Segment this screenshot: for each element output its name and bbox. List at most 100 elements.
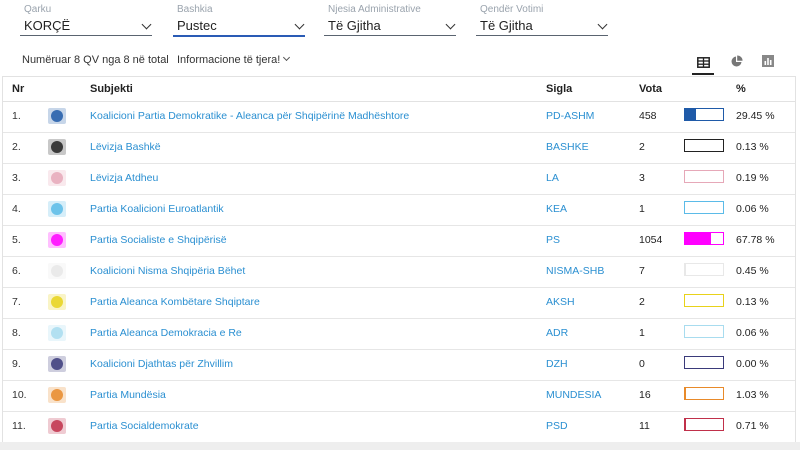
vote-count: 1054 <box>639 234 663 246</box>
percent-bar <box>684 387 724 400</box>
percent-value: 0.71 % <box>736 420 769 432</box>
row-number: 9. <box>12 358 21 370</box>
filter-njesia-label: Njesia Administrative <box>328 4 421 15</box>
table-view-button[interactable] <box>692 52 714 75</box>
subject-link[interactable]: Partia Mundësia <box>90 389 166 401</box>
subject-link[interactable]: Koalicioni Nisma Shqipëria Bëhet <box>90 265 245 277</box>
row-number: 7. <box>12 296 21 308</box>
row-number: 1. <box>12 110 21 122</box>
filter-qarku-select[interactable]: KORÇË <box>20 16 152 36</box>
subject-link[interactable]: Partia Socialdemokrate <box>90 420 199 432</box>
filter-qarku-label: Qarku <box>24 4 52 15</box>
sigla-link[interactable]: PD-ASHM <box>546 110 594 122</box>
filter-bashkia[interactable]: Bashkia Pustec <box>173 3 305 37</box>
vote-count: 11 <box>639 420 650 432</box>
header-nr: Nr <box>12 83 25 95</box>
percent-value: 1.03 % <box>736 389 769 401</box>
percent-bar-fill <box>685 233 711 244</box>
sigla-link[interactable]: BASHKE <box>546 141 589 153</box>
chevron-down-icon <box>294 19 305 30</box>
filter-qender-value: Të Gjitha <box>480 18 533 33</box>
dzh-logo-icon <box>48 356 66 372</box>
subject-link[interactable]: Koalicioni Partia Demokratike - Aleanca … <box>90 110 409 122</box>
header-percent: % <box>736 83 746 95</box>
aksh-logo-icon <box>48 294 66 310</box>
filter-njesia-value: Të Gjitha <box>328 18 381 33</box>
vote-count: 1 <box>639 327 645 339</box>
table-row: 11. Partia Socialdemokrate PSD 11 0.71 % <box>3 411 795 443</box>
filter-qarku-value: KORÇË <box>24 18 71 33</box>
sigla-link[interactable]: LA <box>546 172 559 184</box>
row-number: 10. <box>12 389 27 401</box>
adr-logo-icon <box>48 325 66 341</box>
filter-qender-select[interactable]: Të Gjitha <box>476 16 608 36</box>
info-bar: Numëruar 8 QV nga 8 në total Informacion… <box>0 52 800 75</box>
filter-qender[interactable]: Qendër Votimi Të Gjitha <box>476 3 608 36</box>
sigla-link[interactable]: MUNDESIA <box>546 389 601 401</box>
sigla-link[interactable]: DZH <box>546 358 568 370</box>
filter-njesia-select[interactable]: Të Gjitha <box>324 16 456 36</box>
vote-count: 0 <box>639 358 645 370</box>
subject-link[interactable]: Lëvizja Bashkë <box>90 141 161 153</box>
percent-value: 0.06 % <box>736 203 769 215</box>
vote-count: 1 <box>639 203 645 215</box>
sigla-link[interactable]: ADR <box>546 327 568 339</box>
subject-link[interactable]: Partia Aleanca Demokracia e Re <box>90 327 242 339</box>
counted-stations-text: Numëruar 8 QV nga 8 në total <box>22 54 169 66</box>
row-number: 4. <box>12 203 21 215</box>
table-row: 8. Partia Aleanca Demokracia e Re ADR 1 0.06… <box>3 318 795 350</box>
header-sigla: Sigla <box>546 83 573 95</box>
filter-njesia[interactable]: Njesia Administrative Të Gjitha <box>324 3 456 36</box>
vote-count: 7 <box>639 265 645 277</box>
percent-bar <box>684 263 724 276</box>
chevron-down-icon <box>141 19 152 30</box>
percent-value: 0.06 % <box>736 327 769 339</box>
psd-logo-icon <box>48 418 66 434</box>
chevron-down-icon <box>445 19 456 30</box>
percent-bar <box>684 418 724 431</box>
la-logo-icon <box>48 170 66 186</box>
table-row: 5. Partia Socialiste e Shqipërisë PS 1054 67… <box>3 225 795 257</box>
ps-logo-icon <box>48 232 66 248</box>
sigla-link[interactable]: PS <box>546 234 560 246</box>
sigla-link[interactable]: KEA <box>546 203 567 215</box>
percent-bar <box>684 325 724 338</box>
sigla-link[interactable]: AKSH <box>546 296 575 308</box>
row-number: 5. <box>12 234 21 246</box>
pd-logo-icon <box>48 108 66 124</box>
table-row: 4. Partia Koalicioni Euroatlantik KEA 1 0.06… <box>3 194 795 226</box>
percent-bar <box>684 356 724 369</box>
subject-link[interactable]: Partia Socialiste e Shqipërisë <box>90 234 227 246</box>
chevron-down-icon <box>283 53 291 62</box>
mundesia-logo-icon <box>48 387 66 403</box>
row-number: 6. <box>12 265 21 277</box>
pie-chart-view-button[interactable] <box>725 52 747 70</box>
sigla-link[interactable]: PSD <box>546 420 568 432</box>
pie-chart-icon <box>731 54 743 66</box>
subject-link[interactable]: Partia Aleanca Kombëtare Shqiptare <box>90 296 260 308</box>
sigla-link[interactable]: NISMA-SHB <box>546 265 604 277</box>
percent-bar <box>684 232 724 245</box>
bottom-scroll-strip[interactable] <box>0 442 800 450</box>
filters-bar: Qarku KORÇË Bashkia Pustec Njesia Admini… <box>0 0 800 44</box>
percent-value: 0.13 % <box>736 141 769 153</box>
table-row: 1. Koalicioni Partia Demokratike - Aleanc… <box>3 101 795 133</box>
bar-chart-icon <box>762 55 774 67</box>
percent-bar-fill <box>685 109 697 120</box>
percent-value: 0.45 % <box>736 265 769 277</box>
percent-bar <box>684 294 724 307</box>
percent-value: 0.00 % <box>736 358 769 370</box>
row-number: 8. <box>12 327 21 339</box>
table-row: 3. Lëvizja Atdheu LA 3 0.19 % <box>3 163 795 195</box>
filter-qarku[interactable]: Qarku KORÇË <box>20 3 152 36</box>
row-number: 2. <box>12 141 21 153</box>
bar-chart-view-button[interactable] <box>757 52 779 70</box>
chevron-down-icon <box>597 19 608 30</box>
subject-link[interactable]: Partia Koalicioni Euroatlantik <box>90 203 224 215</box>
table-row: 9. Koalicioni Djathtas për Zhvillim DZH 0 0.… <box>3 349 795 381</box>
percent-value: 67.78 % <box>736 234 775 246</box>
subject-link[interactable]: Koalicioni Djathtas për Zhvillim <box>90 358 233 370</box>
more-info-dropdown[interactable]: Informacione të tjera! <box>177 53 291 66</box>
subject-link[interactable]: Lëvizja Atdheu <box>90 172 158 184</box>
filter-bashkia-select[interactable]: Pustec <box>173 16 305 37</box>
